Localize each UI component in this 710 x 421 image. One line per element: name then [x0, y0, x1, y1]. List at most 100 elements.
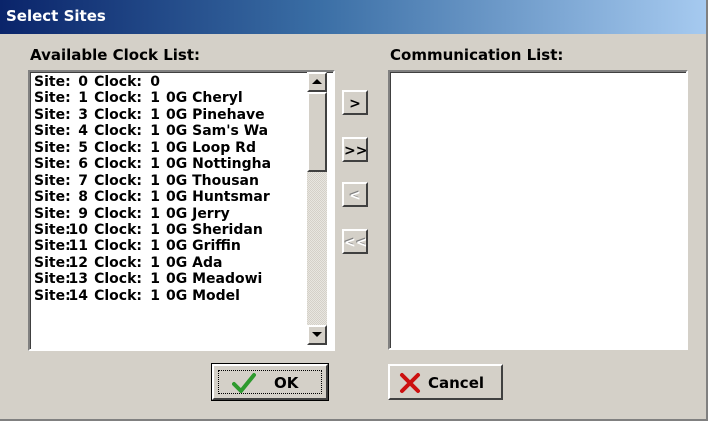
clock-name: 0G Ada: [166, 254, 223, 271]
clock-name: 0G Loop Rd: [166, 139, 256, 156]
title-bar[interactable]: Select Sites: [0, 0, 706, 34]
clock-label: Clock:: [94, 205, 142, 222]
list-item[interactable]: Site: 1 Clock: 1 0G Cheryl: [34, 90, 306, 106]
site-label: Site:: [34, 254, 71, 271]
clock-label: Clock:: [94, 90, 142, 107]
clock-number: 1: [150, 287, 160, 304]
checkmark-icon: [232, 373, 256, 393]
select-sites-dialog: Select Sites Available Clock List: Commu…: [0, 0, 708, 421]
list-item[interactable]: Site: 5 Clock: 1 0G Loop Rd: [34, 140, 306, 156]
ok-label: OK: [274, 374, 299, 392]
clock-number: 1: [150, 221, 160, 238]
clock-number: 0: [150, 74, 160, 90]
move-all-right-button[interactable]: >>: [342, 137, 368, 162]
available-clock-list[interactable]: Site: 0 Clock: 0 Site: 1 Clock: 1 0G Cheryl Site:…: [28, 70, 335, 351]
clock-label: Clock:: [94, 106, 142, 123]
site-number: 1: [78, 90, 88, 107]
site-label: Site:: [34, 90, 71, 107]
list-scrollbar[interactable]: [307, 72, 327, 345]
site-number: 0: [78, 74, 88, 90]
clock-label: Clock:: [94, 238, 142, 255]
site-number: 14: [68, 287, 88, 304]
site-number: 4: [78, 123, 88, 140]
site-label: Site:: [34, 139, 71, 156]
ok-button[interactable]: OK: [211, 363, 329, 401]
clock-number: 1: [150, 189, 160, 206]
available-list-label: Available Clock List:: [30, 46, 200, 64]
site-number: 13: [68, 271, 88, 288]
list-item[interactable]: Site:14 Clock: 1 0G Model: [34, 288, 306, 304]
site-label: Site:: [34, 238, 71, 255]
site-label: Site:: [34, 221, 71, 238]
clock-number: 1: [150, 90, 160, 107]
clock-name: 0G Thousan: [166, 172, 259, 189]
site-label: Site:: [34, 74, 71, 90]
clock-number: 1: [150, 205, 160, 222]
list-item[interactable]: Site: 3 Clock: 1 0G Pinehave: [34, 107, 306, 123]
list-item[interactable]: Site: 9 Clock: 1 0G Jerry: [34, 206, 306, 222]
clock-number: 1: [150, 238, 160, 255]
arrow-down-icon: [312, 332, 322, 337]
clock-name: [160, 74, 166, 90]
list-item[interactable]: Site: 4 Clock: 1 0G Sam's Wa: [34, 123, 306, 139]
clock-name: 0G Sheridan: [166, 221, 263, 238]
list-item[interactable]: Site: 0 Clock: 0: [34, 74, 306, 90]
x-icon: [400, 373, 420, 393]
list-item[interactable]: Site: 7 Clock: 1 0G Thousan: [34, 173, 306, 189]
window-title: Select Sites: [6, 7, 106, 25]
site-number: 7: [78, 172, 88, 189]
clock-name: 0G Meadowi: [166, 271, 263, 288]
clock-label: Clock:: [94, 254, 142, 271]
clock-number: 1: [150, 139, 160, 156]
site-number: 12: [68, 254, 88, 271]
communication-list[interactable]: [388, 70, 688, 350]
clock-label: Clock:: [94, 156, 142, 173]
clock-number: 1: [150, 106, 160, 123]
available-rows: Site: 0 Clock: 0 Site: 1 Clock: 1 0G Cheryl Site:…: [34, 74, 306, 304]
clock-name: 0G Sam's Wa: [166, 123, 269, 140]
move-selected-right-button[interactable]: >: [342, 90, 368, 115]
cancel-label: Cancel: [428, 374, 485, 392]
clock-name: 0G Cheryl: [166, 90, 243, 107]
site-label: Site:: [34, 205, 71, 222]
scroll-down-button[interactable]: [307, 325, 327, 345]
clock-name: 0G Pinehave: [166, 106, 265, 123]
move-all-right-label: >>: [344, 143, 368, 159]
move-all-left-button[interactable]: <<: [342, 229, 368, 254]
site-number: 11: [68, 238, 88, 255]
list-item[interactable]: Site:12 Clock: 1 0G Ada: [34, 255, 306, 271]
clock-name: 0G Nottingha: [166, 156, 272, 173]
clock-number: 1: [150, 271, 160, 288]
clock-name: 0G Huntsmar: [166, 189, 270, 206]
site-label: Site:: [34, 287, 71, 304]
list-item[interactable]: Site: 6 Clock: 1 0G Nottingha: [34, 156, 306, 172]
list-item[interactable]: Site:10 Clock: 1 0G Sheridan: [34, 222, 306, 238]
clock-number: 1: [150, 156, 160, 173]
site-number: 10: [68, 221, 88, 238]
clock-label: Clock:: [94, 123, 142, 140]
clock-label: Clock:: [94, 139, 142, 156]
site-number: 6: [78, 156, 88, 173]
communication-list-label: Communication List:: [390, 46, 564, 64]
clock-label: Clock:: [94, 74, 142, 90]
site-label: Site:: [34, 123, 71, 140]
site-label: Site:: [34, 172, 71, 189]
cancel-button[interactable]: Cancel: [388, 364, 503, 400]
list-item[interactable]: Site:11 Clock: 1 0G Griffin: [34, 238, 306, 254]
move-selected-right-label: >: [349, 96, 361, 112]
move-selected-left-button[interactable]: <: [342, 182, 368, 207]
site-label: Site:: [34, 271, 71, 288]
clock-label: Clock:: [94, 271, 142, 288]
move-all-left-label: <<: [344, 235, 368, 251]
list-item[interactable]: Site: 8 Clock: 1 0G Huntsmar: [34, 189, 306, 205]
clock-number: 1: [150, 254, 160, 271]
clock-name: 0G Model: [166, 287, 240, 304]
list-item[interactable]: Site:13 Clock: 1 0G Meadowi: [34, 271, 306, 287]
scroll-up-button[interactable]: [307, 72, 327, 92]
clock-number: 1: [150, 172, 160, 189]
site-number: 3: [78, 106, 88, 123]
site-label: Site:: [34, 189, 71, 206]
clock-label: Clock:: [94, 221, 142, 238]
clock-name: 0G Jerry: [166, 205, 230, 222]
scroll-thumb[interactable]: [307, 92, 327, 172]
